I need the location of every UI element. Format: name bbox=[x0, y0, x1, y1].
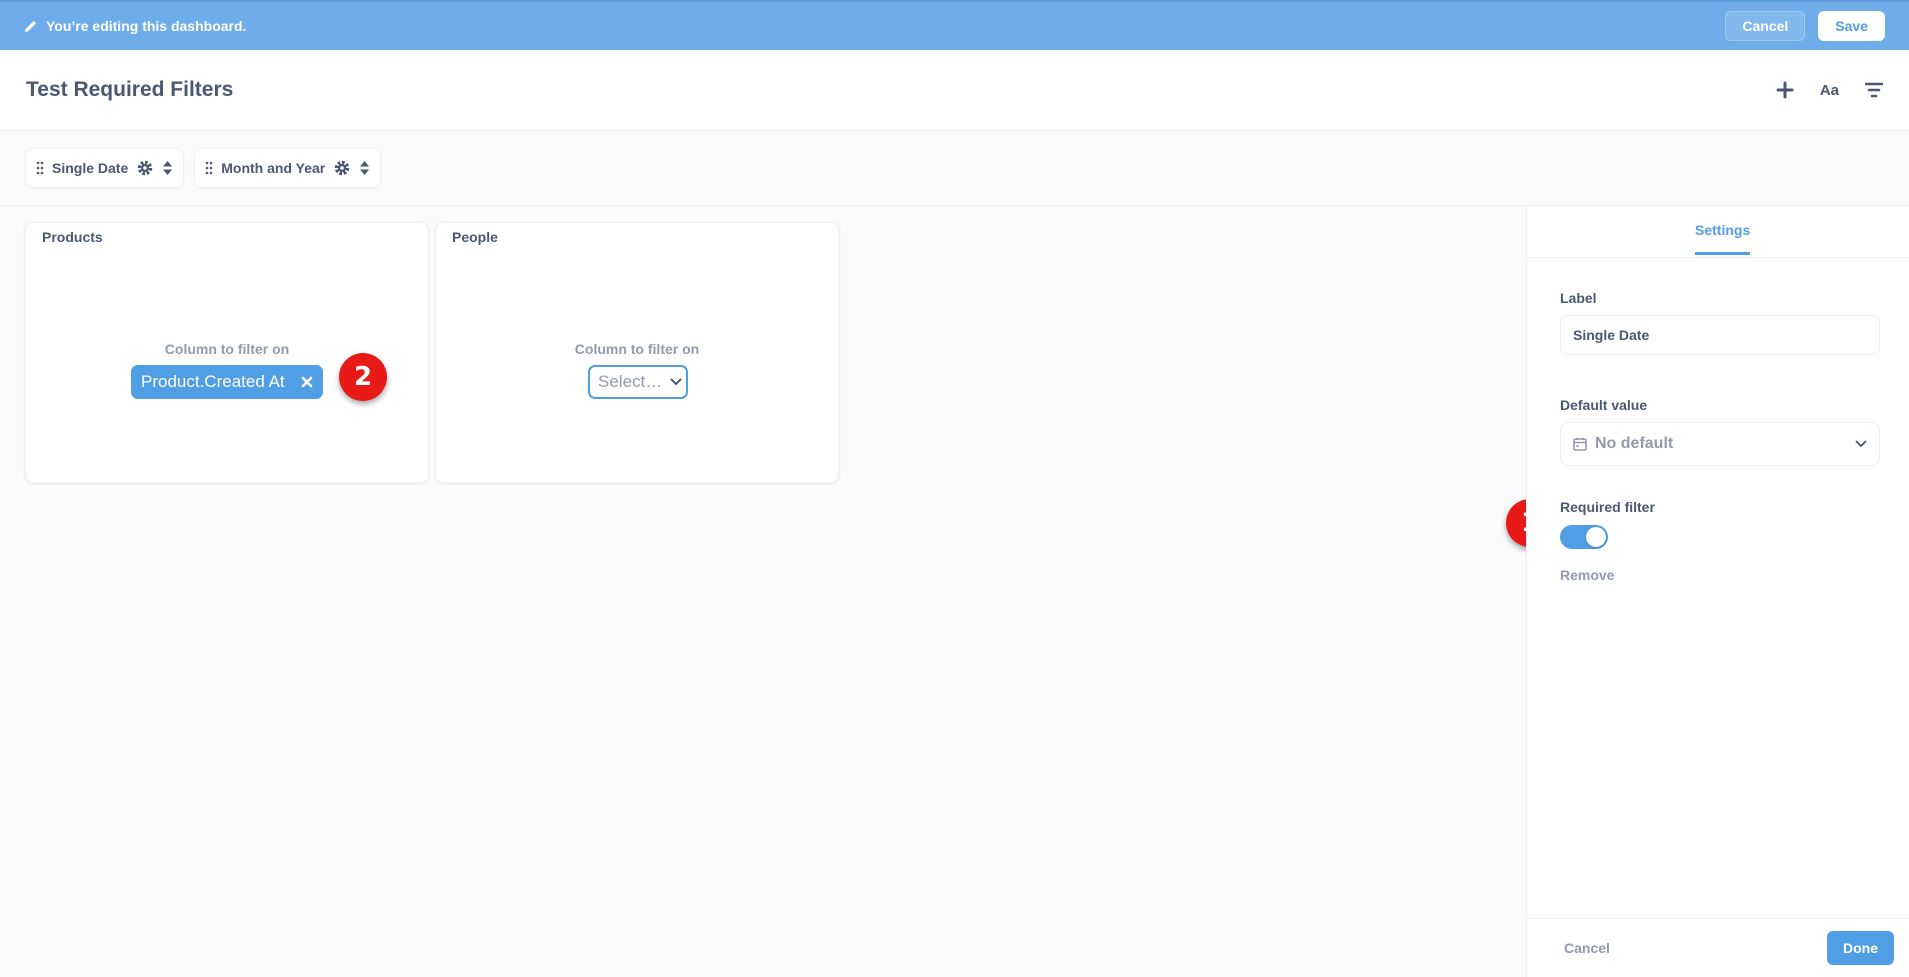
column-mapping-chip[interactable]: Product.Created At bbox=[131, 365, 323, 399]
column-mapping-value: Product.Created At bbox=[141, 372, 285, 391]
sort-arrows-icon[interactable] bbox=[162, 160, 173, 176]
label-input[interactable]: Single Date bbox=[1560, 315, 1880, 355]
toggle-knob bbox=[1586, 527, 1606, 547]
filter-chip-label: Single Date bbox=[52, 160, 129, 176]
filter-chip-month-and-year[interactable]: Month and Year bbox=[194, 148, 382, 188]
tab-settings[interactable]: Settings bbox=[1695, 222, 1751, 255]
column-select-placeholder: Select… bbox=[598, 372, 663, 391]
plus-icon[interactable] bbox=[1774, 79, 1796, 101]
text-icon[interactable]: Aa bbox=[1820, 79, 1839, 101]
gear-icon[interactable] bbox=[333, 159, 351, 177]
close-icon[interactable] bbox=[301, 376, 313, 388]
products-card: Products Column to filter on Product.Cre… bbox=[25, 222, 429, 483]
sidebar-footer: Cancel Done bbox=[1527, 918, 1909, 977]
required-filter-toggle[interactable] bbox=[1560, 525, 1608, 549]
people-card: People Column to filter on Select… bbox=[435, 222, 839, 483]
drag-handle-icon[interactable] bbox=[205, 161, 213, 175]
remove-filter-link[interactable]: Remove bbox=[1560, 567, 1880, 583]
annotation-badge-2: 2 bbox=[339, 353, 387, 401]
dashboard-header: Test Required Filters Aa bbox=[0, 50, 1909, 131]
chevron-down-icon bbox=[1855, 440, 1867, 448]
sidebar-tabs: Settings bbox=[1527, 206, 1909, 258]
filter-chip-label: Month and Year bbox=[221, 160, 326, 176]
default-value-text: No default bbox=[1595, 435, 1674, 452]
default-value-select[interactable]: No default bbox=[1560, 422, 1880, 466]
card-title: People bbox=[452, 229, 498, 245]
column-to-filter-label: Column to filter on bbox=[574, 341, 700, 357]
label-field-label: Label bbox=[1560, 290, 1597, 306]
chevron-down-icon bbox=[670, 378, 682, 386]
sort-arrows-icon[interactable] bbox=[359, 160, 370, 176]
gear-icon[interactable] bbox=[136, 159, 154, 177]
column-select-dropdown[interactable]: Select… bbox=[588, 365, 688, 399]
dashboard-title[interactable]: Test Required Filters bbox=[26, 78, 233, 102]
required-filter-label: Required filter bbox=[1560, 499, 1655, 515]
drag-handle-icon[interactable] bbox=[36, 161, 44, 175]
pencil-icon bbox=[24, 19, 38, 33]
sidebar-cancel-button[interactable]: Cancel bbox=[1542, 940, 1632, 956]
filter-settings-sidebar: Settings Label Single Date Default value… bbox=[1526, 206, 1909, 977]
done-button[interactable]: Done bbox=[1827, 931, 1894, 965]
card-title: Products bbox=[42, 229, 103, 245]
banner-message: You’re editing this dashboard. bbox=[46, 18, 247, 34]
edit-mode-banner: You’re editing this dashboard. Cancel Sa… bbox=[0, 0, 1909, 50]
banner-cancel-button[interactable]: Cancel bbox=[1725, 11, 1806, 41]
calendar-icon bbox=[1573, 437, 1587, 451]
filter-chip-single-date[interactable]: Single Date bbox=[25, 148, 185, 188]
default-value-label: Default value bbox=[1560, 397, 1648, 413]
filter-icon[interactable] bbox=[1863, 79, 1885, 101]
filters-bar: Single Date Month and Year bbox=[0, 131, 1909, 206]
banner-save-button[interactable]: Save bbox=[1818, 11, 1885, 41]
